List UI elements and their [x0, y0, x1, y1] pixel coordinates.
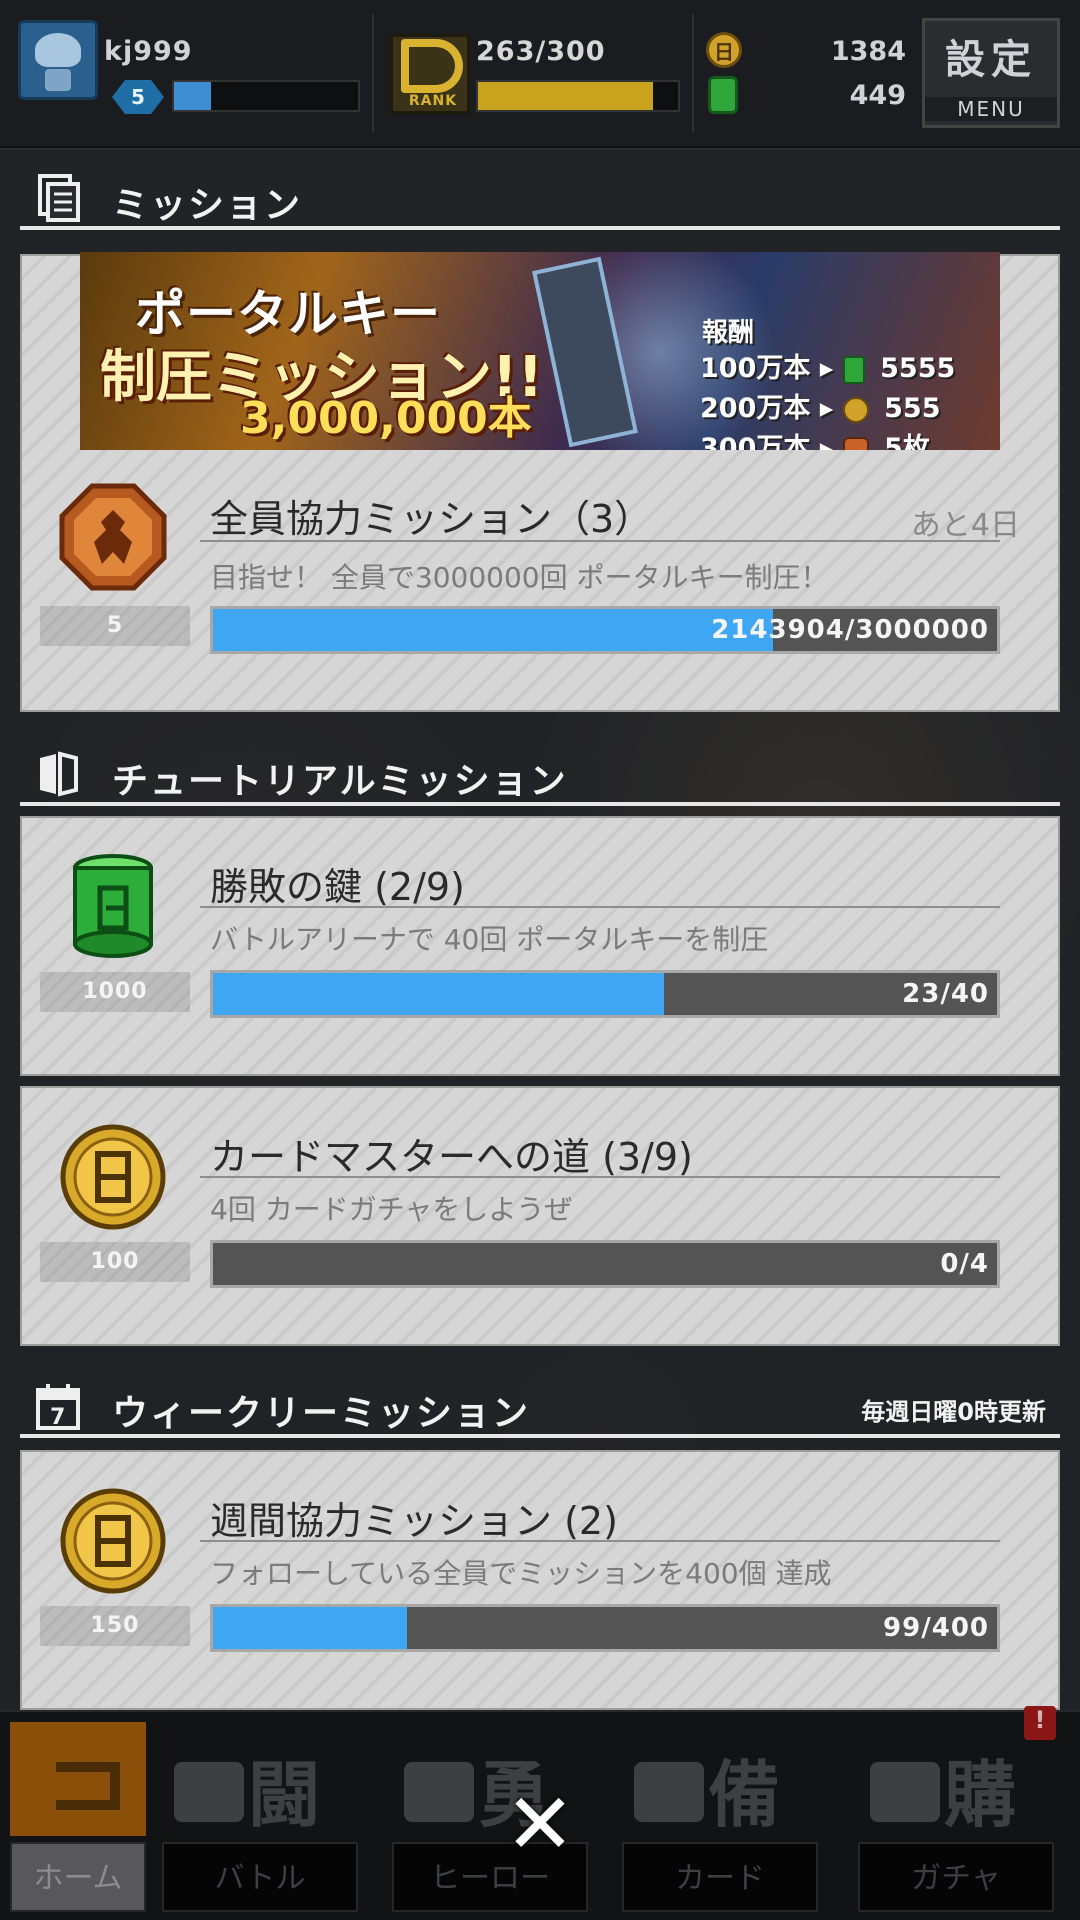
hero-medal-icon — [59, 483, 167, 591]
settings-menu-button[interactable]: 設定 MENU — [922, 18, 1060, 128]
nav-card[interactable]: 備 カード — [612, 1712, 828, 1920]
mission-description: バトルアリーナで 40回 ポータルキーを制圧 — [210, 923, 769, 956]
gold-coin-icon — [60, 1488, 166, 1594]
level-badge: 5 — [112, 80, 164, 114]
event-banner[interactable]: ポータルキー 制圧ミッション!! 3,000,000本 報酬 100万本 ▸ 5… — [80, 252, 1000, 450]
nav-label: カード — [622, 1842, 818, 1912]
menu-kanji: 設定 — [945, 37, 1037, 83]
reward-threshold: 200万本 ▸ — [700, 393, 834, 424]
document-icon — [38, 174, 80, 222]
nav-label: ホーム — [10, 1842, 146, 1912]
reward-row: 100万本 ▸ 5555 — [700, 349, 1000, 389]
banner-amount: 3,000,000本 — [240, 393, 532, 444]
progress-text: 23/40 — [902, 979, 989, 1009]
nav-kanji: 闘 — [248, 1753, 321, 1837]
rank-bar — [476, 80, 680, 112]
reward-quantity: 100 — [40, 1242, 190, 1282]
divider — [692, 14, 694, 132]
nav-label: バトル — [162, 1842, 358, 1912]
reward-quantity: 150 — [40, 1606, 190, 1646]
username: kj999 — [104, 36, 193, 67]
rank-fill — [478, 82, 654, 110]
avatar[interactable] — [18, 20, 98, 100]
xp-bar — [172, 80, 360, 112]
can-icon — [842, 355, 865, 384]
svg-text:7: 7 — [50, 1405, 65, 1430]
divider — [372, 14, 374, 132]
progress-text: 99/400 — [883, 1613, 989, 1643]
progress-text: 2143904/3000000 — [711, 615, 989, 645]
section-header-tutorial: チュートリアルミッション — [20, 746, 1060, 806]
reward-threshold: 300万本 ▸ — [700, 433, 834, 450]
mission-description: フォローしている全員でミッションを400個 達成 — [210, 1557, 832, 1590]
menu-label: MENU — [925, 97, 1057, 121]
mission-description: 目指せ！ 全員で3000000回 ポータルキー制圧！ — [210, 561, 829, 594]
section-header-weekly: 7 ウィークリーミッション 毎週日曜0時更新 — [20, 1378, 1060, 1438]
mission-progress-bar: 0/4 — [210, 1240, 1000, 1288]
divider — [200, 1176, 1000, 1178]
medal-icon — [842, 436, 869, 450]
progress-text: 0/4 — [940, 1249, 989, 1279]
rank-icon: RANK — [390, 34, 470, 114]
nav-kanji: 購 — [944, 1753, 1017, 1837]
coin-icon — [706, 32, 742, 68]
calendar-icon: 7 — [36, 1384, 80, 1430]
section-title: チュートリアルミッション — [112, 761, 568, 802]
home-tile — [10, 1722, 146, 1836]
reward-value: 555 — [884, 393, 941, 424]
green-can-icon — [73, 854, 153, 958]
divider — [200, 906, 1000, 908]
section-title: ミッション — [112, 185, 303, 226]
portal-key-icon — [532, 256, 638, 448]
gold-coin-icon — [60, 1124, 166, 1230]
close-button[interactable]: ✕ — [500, 1782, 580, 1866]
progress-fill — [213, 1607, 408, 1649]
hero-icon — [404, 1762, 474, 1822]
status-bar: kj999 5 RANK 263/300 1384 449 設定 MENU — [0, 0, 1080, 148]
divider — [200, 1540, 1000, 1542]
nav-kanji: 備 — [708, 1753, 781, 1837]
mission-title: 全員協力ミッション（3） — [210, 497, 653, 541]
section-title: ウィークリーミッション — [112, 1393, 531, 1434]
book-icon — [40, 751, 78, 797]
reset-note: 毎週日曜0時更新 — [861, 1398, 1046, 1426]
section-header-missions: ミッション — [20, 170, 1060, 230]
nav-label: ガチャ — [858, 1842, 1054, 1912]
return-arrow-icon — [56, 1762, 120, 1810]
gacha-icon — [870, 1762, 940, 1822]
coin-icon — [842, 396, 869, 423]
reward-quantity: 1000 — [40, 972, 190, 1012]
rank-label: RANK — [408, 93, 458, 109]
progress-fill — [213, 973, 664, 1015]
xp-fill — [174, 82, 211, 110]
reward-threshold: 100万本 ▸ — [700, 353, 834, 384]
can-count: 449 — [849, 80, 906, 111]
reward-heading: 報酬 — [702, 318, 755, 348]
mission-progress-bar: 99/400 — [210, 1604, 1000, 1652]
reward-value: 5555 — [880, 353, 956, 384]
reward-row: 200万本 ▸ 555 — [700, 389, 1000, 429]
mission-title: 週間協力ミッション (2) — [210, 1499, 618, 1543]
banner-rewards: 報酬 100万本 ▸ 5555 200万本 ▸ 555 300万本 ▸ 5枚 — [700, 312, 1000, 450]
mission-title: 勝敗の鍵 (2/9) — [210, 865, 465, 909]
mission-description: 4回 カードガチャをしようぜ — [210, 1193, 573, 1226]
coin-count: 1384 — [830, 36, 906, 67]
nav-gacha[interactable]: 購 ガチャ — [848, 1712, 1064, 1920]
mission-title: カードマスターへの道 (3/9) — [210, 1135, 693, 1179]
mission-progress-bar: 23/40 — [210, 970, 1000, 1018]
divider — [200, 540, 1000, 542]
can-icon — [708, 76, 738, 114]
progress-fill — [213, 609, 774, 651]
reward-value: 5枚 — [884, 433, 930, 450]
cards-icon — [634, 1762, 704, 1822]
mission-progress-bar: 2143904/3000000 — [210, 606, 1000, 654]
reward-quantity: 5 — [40, 606, 190, 646]
notification-badge: ! — [1024, 1706, 1056, 1740]
gamepad-icon — [174, 1762, 244, 1822]
nav-battle[interactable]: 闘 バトル — [152, 1712, 368, 1920]
mission-remaining: あと4日 — [910, 508, 1020, 543]
reward-row: 300万本 ▸ 5枚 — [700, 429, 1000, 450]
rank-value: 263/300 — [476, 36, 606, 67]
